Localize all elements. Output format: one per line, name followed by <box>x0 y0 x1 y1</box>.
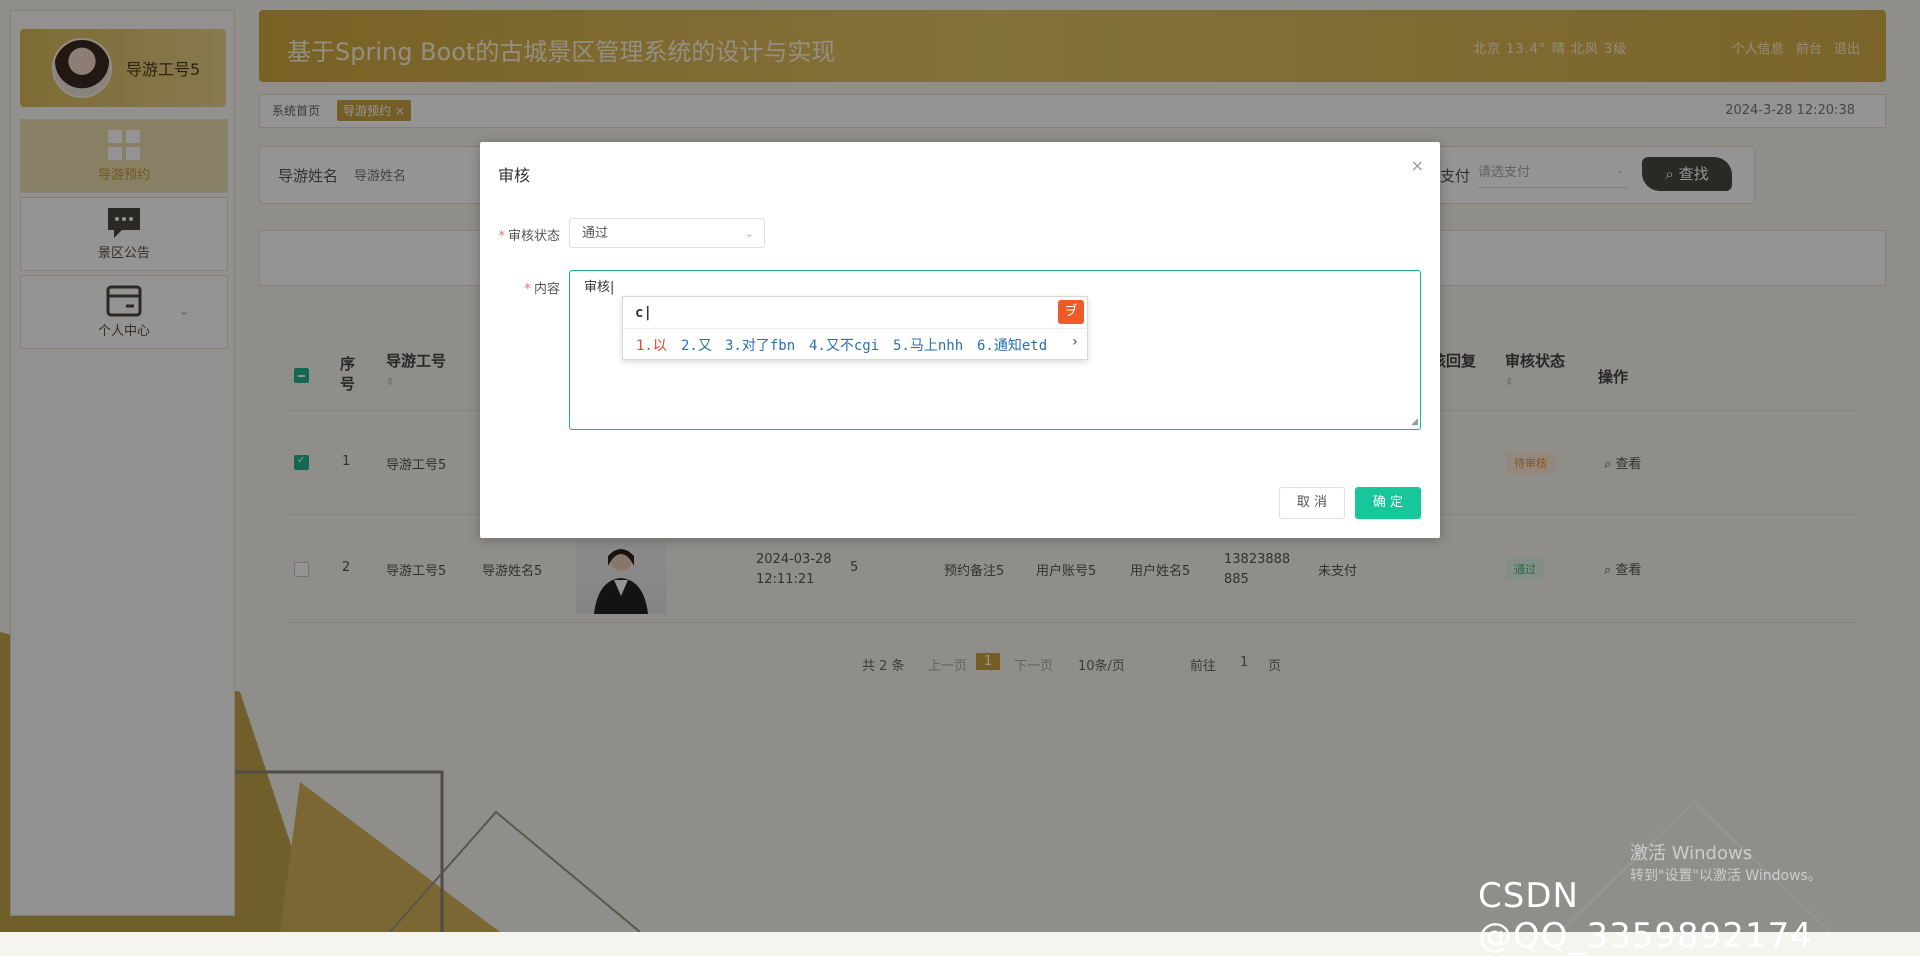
dialog-title: 审核 <box>498 166 531 185</box>
csdn-watermark: CSDN @QQ_3359892174 <box>1478 876 1813 956</box>
ime-candidate[interactable]: 6.通知etd <box>977 335 1047 355</box>
ime-candidate-popup: c| ヺ 1.以 2.又 3.对了fbn 4.又不cgi 5.马上nhh 6.通… <box>622 296 1088 360</box>
status-select[interactable]: 通过 ⌄ <box>569 218 765 248</box>
content-field-label: * 内容 <box>498 278 560 297</box>
ime-logo-icon[interactable]: ヺ <box>1058 300 1084 324</box>
required-mark: * <box>498 229 505 244</box>
ime-composition: c| <box>635 305 652 321</box>
resize-handle-icon[interactable]: ◢ <box>1411 417 1418 427</box>
content-field-label-text: 内容 <box>533 282 560 297</box>
text-cursor: | <box>610 280 615 295</box>
cancel-button[interactable]: 取 消 <box>1279 487 1345 519</box>
ime-candidate[interactable]: 2.又 <box>681 335 712 355</box>
status-field-label: * 审核状态 <box>498 225 560 244</box>
chevron-right-icon[interactable]: › <box>1071 334 1079 350</box>
ime-candidate[interactable]: 1.以 <box>636 335 667 355</box>
required-mark: * <box>524 282 531 297</box>
ime-candidate[interactable]: 4.又不cgi <box>809 335 879 355</box>
status-field-label-text: 审核状态 <box>507 229 560 244</box>
ime-candidate[interactable]: 3.对了fbn <box>725 335 795 355</box>
activation-title: 激活 Windows <box>1630 843 1753 864</box>
content-textarea-value: 审核 <box>584 280 611 295</box>
confirm-button[interactable]: 确 定 <box>1355 487 1421 519</box>
ime-composition-text: c <box>635 305 644 321</box>
ime-candidates: 1.以 2.又 3.对了fbn 4.又不cgi 5.马上nhh 6.通知etd … <box>623 328 1087 359</box>
ime-candidate[interactable]: 5.马上nhh <box>893 335 963 355</box>
chevron-down-icon: ⌄ <box>744 227 754 240</box>
close-icon[interactable]: × <box>1411 156 1424 175</box>
status-select-value: 通过 <box>582 226 609 241</box>
